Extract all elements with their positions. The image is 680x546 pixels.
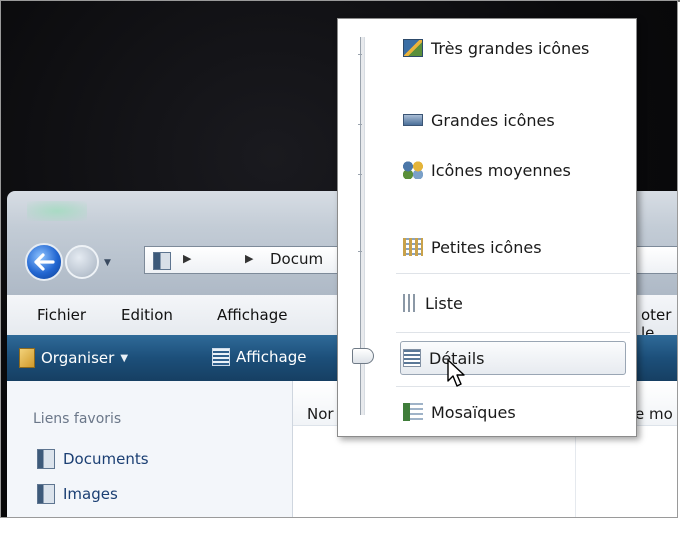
favorite-link-documents[interactable]: Documents (37, 449, 149, 469)
view-option-extra-large-icons[interactable]: Très grandes icônes (403, 33, 627, 63)
view-option-label: Mosaïques (431, 402, 516, 422)
back-arrow-icon (34, 253, 55, 271)
organize-icon (19, 348, 35, 368)
view-option-large-icons[interactable]: Grandes icônes (403, 105, 627, 135)
view-option-medium-icons[interactable]: Icônes moyennes (403, 155, 627, 185)
recent-pages-dropdown-icon[interactable]: ▼ (104, 258, 111, 268)
favorite-link-label: Documents (63, 450, 149, 468)
favorite-link-images[interactable]: Images (37, 484, 118, 504)
slider-tick (358, 251, 362, 252)
medium-icons-icon (403, 161, 423, 179)
favorite-links-heading: Liens favoris (33, 411, 122, 427)
screen: ▼ ▶ ▶ Docum Fichier Edition Affichage ot… (0, 0, 678, 518)
menu-separator (396, 332, 630, 333)
view-size-slider-thumb[interactable] (352, 348, 374, 364)
slider-tick (358, 174, 362, 175)
column-header-date[interactable]: e mo (635, 405, 673, 423)
view-option-list[interactable]: Liste (403, 288, 627, 318)
menu-separator (396, 386, 630, 387)
view-option-tiles[interactable]: Mosaïques (403, 397, 627, 427)
slider-tick (358, 54, 362, 55)
list-icon (403, 294, 417, 312)
view-option-label: Icônes moyennes (431, 160, 571, 180)
breadcrumb-documents[interactable]: Docum (270, 250, 323, 268)
view-option-label: Petites icônes (431, 237, 542, 257)
navigation-pane: Liens favoris Documents Images (7, 381, 293, 517)
folder-location-icon (153, 252, 171, 270)
slider-tick (358, 124, 362, 125)
breadcrumb-arrow-icon[interactable]: ▶ (183, 252, 191, 265)
view-option-label: Liste (425, 293, 463, 313)
view-option-label: Très grandes icônes (431, 38, 590, 58)
chevron-down-icon: ▼ (120, 352, 129, 364)
menu-edit[interactable]: Edition (121, 306, 173, 324)
view-button[interactable]: Affichage (212, 348, 306, 366)
favorite-link-label: Images (63, 485, 118, 503)
view-options-menu: Très grandes icônes Grandes icônes Icône… (337, 18, 637, 437)
view-option-label: Grandes icônes (431, 110, 555, 130)
back-button[interactable] (25, 243, 63, 281)
mouse-pointer-icon (447, 359, 465, 387)
column-header-name[interactable]: Nor (307, 405, 334, 423)
images-folder-icon (37, 484, 55, 504)
small-icons-icon (403, 238, 423, 256)
large-icons-icon (403, 114, 423, 126)
breadcrumb-arrow-icon[interactable]: ▶ (245, 252, 253, 265)
menu-file[interactable]: Fichier (37, 306, 86, 324)
view-option-details[interactable]: Détails (400, 341, 626, 375)
organize-label: Organiser (41, 349, 115, 367)
view-option-small-icons[interactable]: Petites icônes (403, 232, 627, 262)
view-icon (212, 348, 230, 366)
details-icon (403, 349, 421, 367)
documents-folder-icon (37, 449, 55, 469)
menu-view[interactable]: Affichage (217, 306, 287, 324)
tiles-icon (403, 403, 423, 421)
extra-large-icons-icon (403, 39, 423, 57)
view-label: Affichage (236, 348, 307, 366)
glass-highlight (27, 201, 87, 221)
organize-button[interactable]: Organiser ▼ (19, 348, 128, 368)
menu-separator (396, 273, 630, 274)
forward-button[interactable] (65, 245, 99, 279)
